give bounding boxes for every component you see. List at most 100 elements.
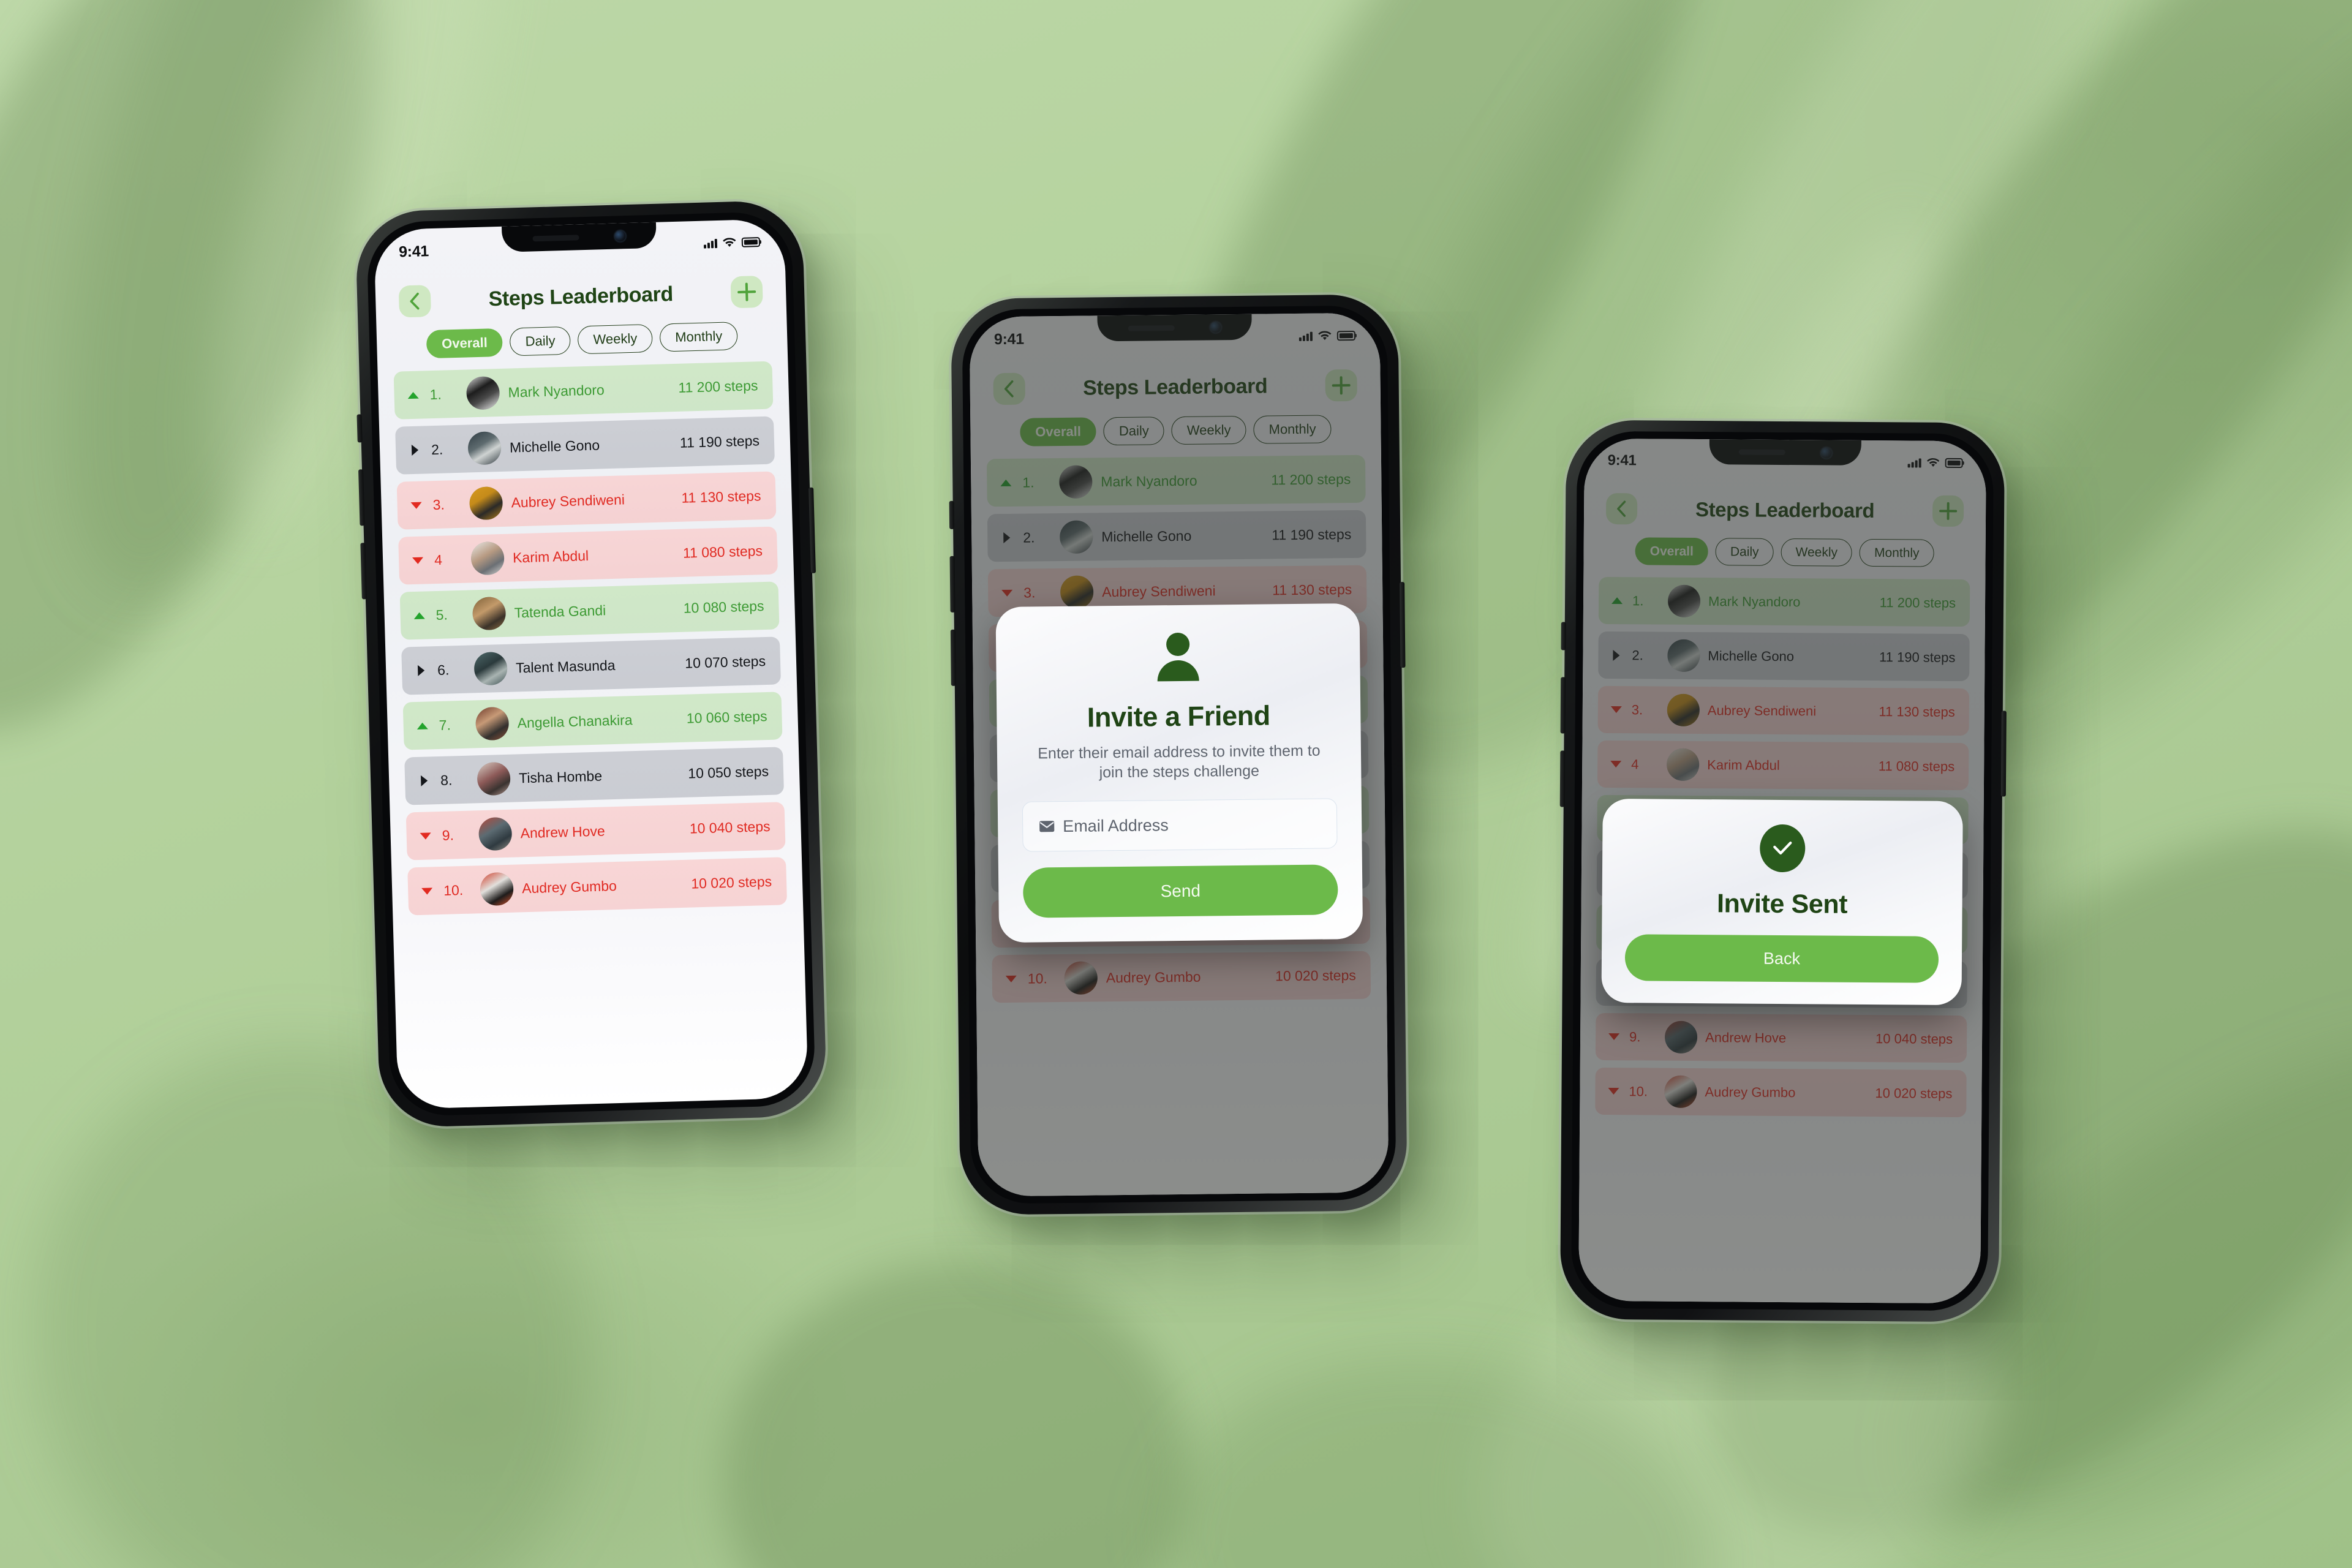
app-header: Steps Leaderboard — [391, 266, 771, 318]
triangle-down-icon — [418, 832, 434, 840]
row-rank: 4 — [434, 551, 443, 568]
table-row[interactable]: 9. Andrew Hove 10 040 steps — [405, 802, 786, 861]
screen-invite-sent: 9:41 — [1578, 438, 1986, 1304]
row-name: Tatenda Gandi — [514, 601, 606, 620]
wifi-icon — [723, 238, 736, 247]
table-row[interactable]: 8. Tisha Hombe 10 050 steps — [404, 747, 785, 805]
triangle-down-icon — [419, 887, 435, 895]
row-steps: 11 190 steps — [679, 432, 760, 451]
tab-monthly[interactable]: Monthly — [659, 322, 738, 352]
table-row[interactable]: 3. Aubrey Sendiweni 11 130 steps — [396, 471, 777, 530]
send-button-label: Send — [1160, 881, 1201, 901]
triangle-up-icon — [405, 391, 421, 399]
row-name: Mark Nyandoro — [508, 381, 605, 401]
table-row[interactable]: 4 Karim Abdul 11 080 steps — [398, 526, 778, 585]
screen-leaderboard: 9:41 Steps Leaderboard Overall Daily Wee… — [374, 218, 809, 1110]
table-row[interactable]: 5. Tatenda Gandi 10 080 steps — [399, 581, 780, 640]
table-row[interactable]: 1. Mark Nyandoro 11 200 steps — [393, 361, 774, 420]
triangle-up-icon — [415, 722, 431, 729]
success-badge — [1759, 824, 1806, 873]
row-name: Audrey Gumbo — [521, 877, 617, 896]
person-icon — [1157, 633, 1199, 682]
invite-sent-dialog: Invite Sent Back — [1601, 798, 1963, 1006]
row-steps: 11 130 steps — [681, 487, 761, 506]
back-button-modal[interactable]: Back — [1624, 934, 1939, 983]
row-name: Karim Abdul — [512, 547, 589, 565]
avatar — [473, 651, 508, 686]
row-steps: 10 080 steps — [683, 597, 764, 616]
row-rank: 2. — [431, 441, 443, 458]
email-field[interactable]: Email Address — [1022, 798, 1338, 852]
row-name: Andrew Hove — [520, 822, 606, 841]
front-camera — [614, 230, 626, 242]
earpiece-speaker — [532, 234, 579, 241]
phone-leaderboard: 9:41 Steps Leaderboard Overall Daily Wee… — [355, 200, 827, 1128]
row-steps: 10 070 steps — [684, 652, 766, 671]
dialog-title: Invite a Friend — [1087, 699, 1271, 733]
avatar — [480, 872, 514, 907]
avatar — [470, 541, 505, 576]
notch — [502, 222, 657, 252]
tab-weekly[interactable]: Weekly — [577, 324, 653, 355]
filter-tabs: Overall Daily Weekly Monthly — [393, 321, 772, 360]
avatar — [478, 816, 513, 851]
avatar — [475, 706, 510, 741]
tab-daily[interactable]: Daily — [510, 326, 571, 356]
table-row[interactable]: 2. Michelle Gono 11 190 steps — [395, 416, 775, 475]
check-icon — [1773, 841, 1792, 855]
row-rank: 5. — [435, 606, 448, 623]
row-steps: 10 050 steps — [687, 763, 769, 782]
chevron-left-icon — [410, 292, 420, 310]
triangle-down-icon — [410, 557, 426, 564]
triangle-up-icon — [412, 612, 428, 619]
triangle-right-icon — [413, 665, 429, 676]
page-title: Steps Leaderboard — [488, 282, 674, 311]
battery-icon — [741, 237, 761, 247]
avatar — [472, 596, 507, 631]
phone-invite-sent: 9:41 — [1559, 420, 2007, 1322]
row-rank: 10. — [443, 881, 464, 899]
row-name: Michelle Gono — [509, 436, 600, 456]
row-steps: 11 200 steps — [678, 377, 758, 396]
screen-invite-friend: 9:41 — [969, 312, 1389, 1197]
table-row[interactable]: 6. Talent Masunda 10 070 steps — [401, 636, 782, 695]
row-steps: 11 080 steps — [682, 542, 763, 561]
email-placeholder: Email Address — [1063, 815, 1169, 835]
table-row[interactable]: 7. Angella Chanakira 10 060 steps — [402, 692, 783, 750]
avatar — [477, 761, 511, 796]
row-rank: 6. — [437, 661, 450, 678]
back-button[interactable] — [398, 285, 432, 318]
row-rank: 9. — [442, 826, 454, 843]
back-button-label: Back — [1763, 949, 1801, 968]
status-time: 9:41 — [398, 242, 429, 260]
avatar — [466, 376, 500, 410]
envelope-icon — [1039, 821, 1055, 832]
tab-overall[interactable]: Overall — [426, 328, 503, 359]
row-steps: 10 020 steps — [690, 873, 772, 892]
invite-friend-dialog: Invite a Friend Enter their email addres… — [995, 603, 1363, 943]
triangle-right-icon — [407, 444, 423, 456]
cellular-bars-icon — [703, 238, 718, 249]
row-rank: 7. — [439, 716, 451, 733]
row-steps: 10 040 steps — [689, 818, 771, 837]
row-rank: 1. — [429, 386, 442, 402]
dialog-subtitle: Enter their email address to invite them… — [1038, 742, 1321, 782]
row-rank: 3. — [432, 496, 445, 513]
row-name: Angella Chanakira — [517, 711, 633, 731]
leaderboard-list: 1. Mark Nyandoro 11 200 steps 2. Michell… — [393, 361, 788, 916]
table-row[interactable]: 10. Audrey Gumbo 10 020 steps — [407, 857, 788, 916]
row-name: Aubrey Sendiweni — [511, 491, 625, 511]
avatar — [467, 431, 502, 466]
phone-invite-friend: 9:41 — [949, 294, 1408, 1215]
triangle-right-icon — [416, 775, 432, 786]
avatar — [469, 486, 503, 521]
dialog-title: Invite Sent — [1716, 889, 1848, 919]
send-button[interactable]: Send — [1022, 864, 1338, 918]
row-rank: 8. — [440, 771, 453, 788]
row-name: Tisha Hombe — [518, 767, 603, 786]
triangle-down-icon — [409, 502, 424, 509]
plus-icon — [737, 282, 756, 301]
row-name: Talent Masunda — [515, 657, 616, 676]
row-steps: 10 060 steps — [686, 707, 767, 726]
add-friend-button[interactable] — [730, 275, 763, 309]
